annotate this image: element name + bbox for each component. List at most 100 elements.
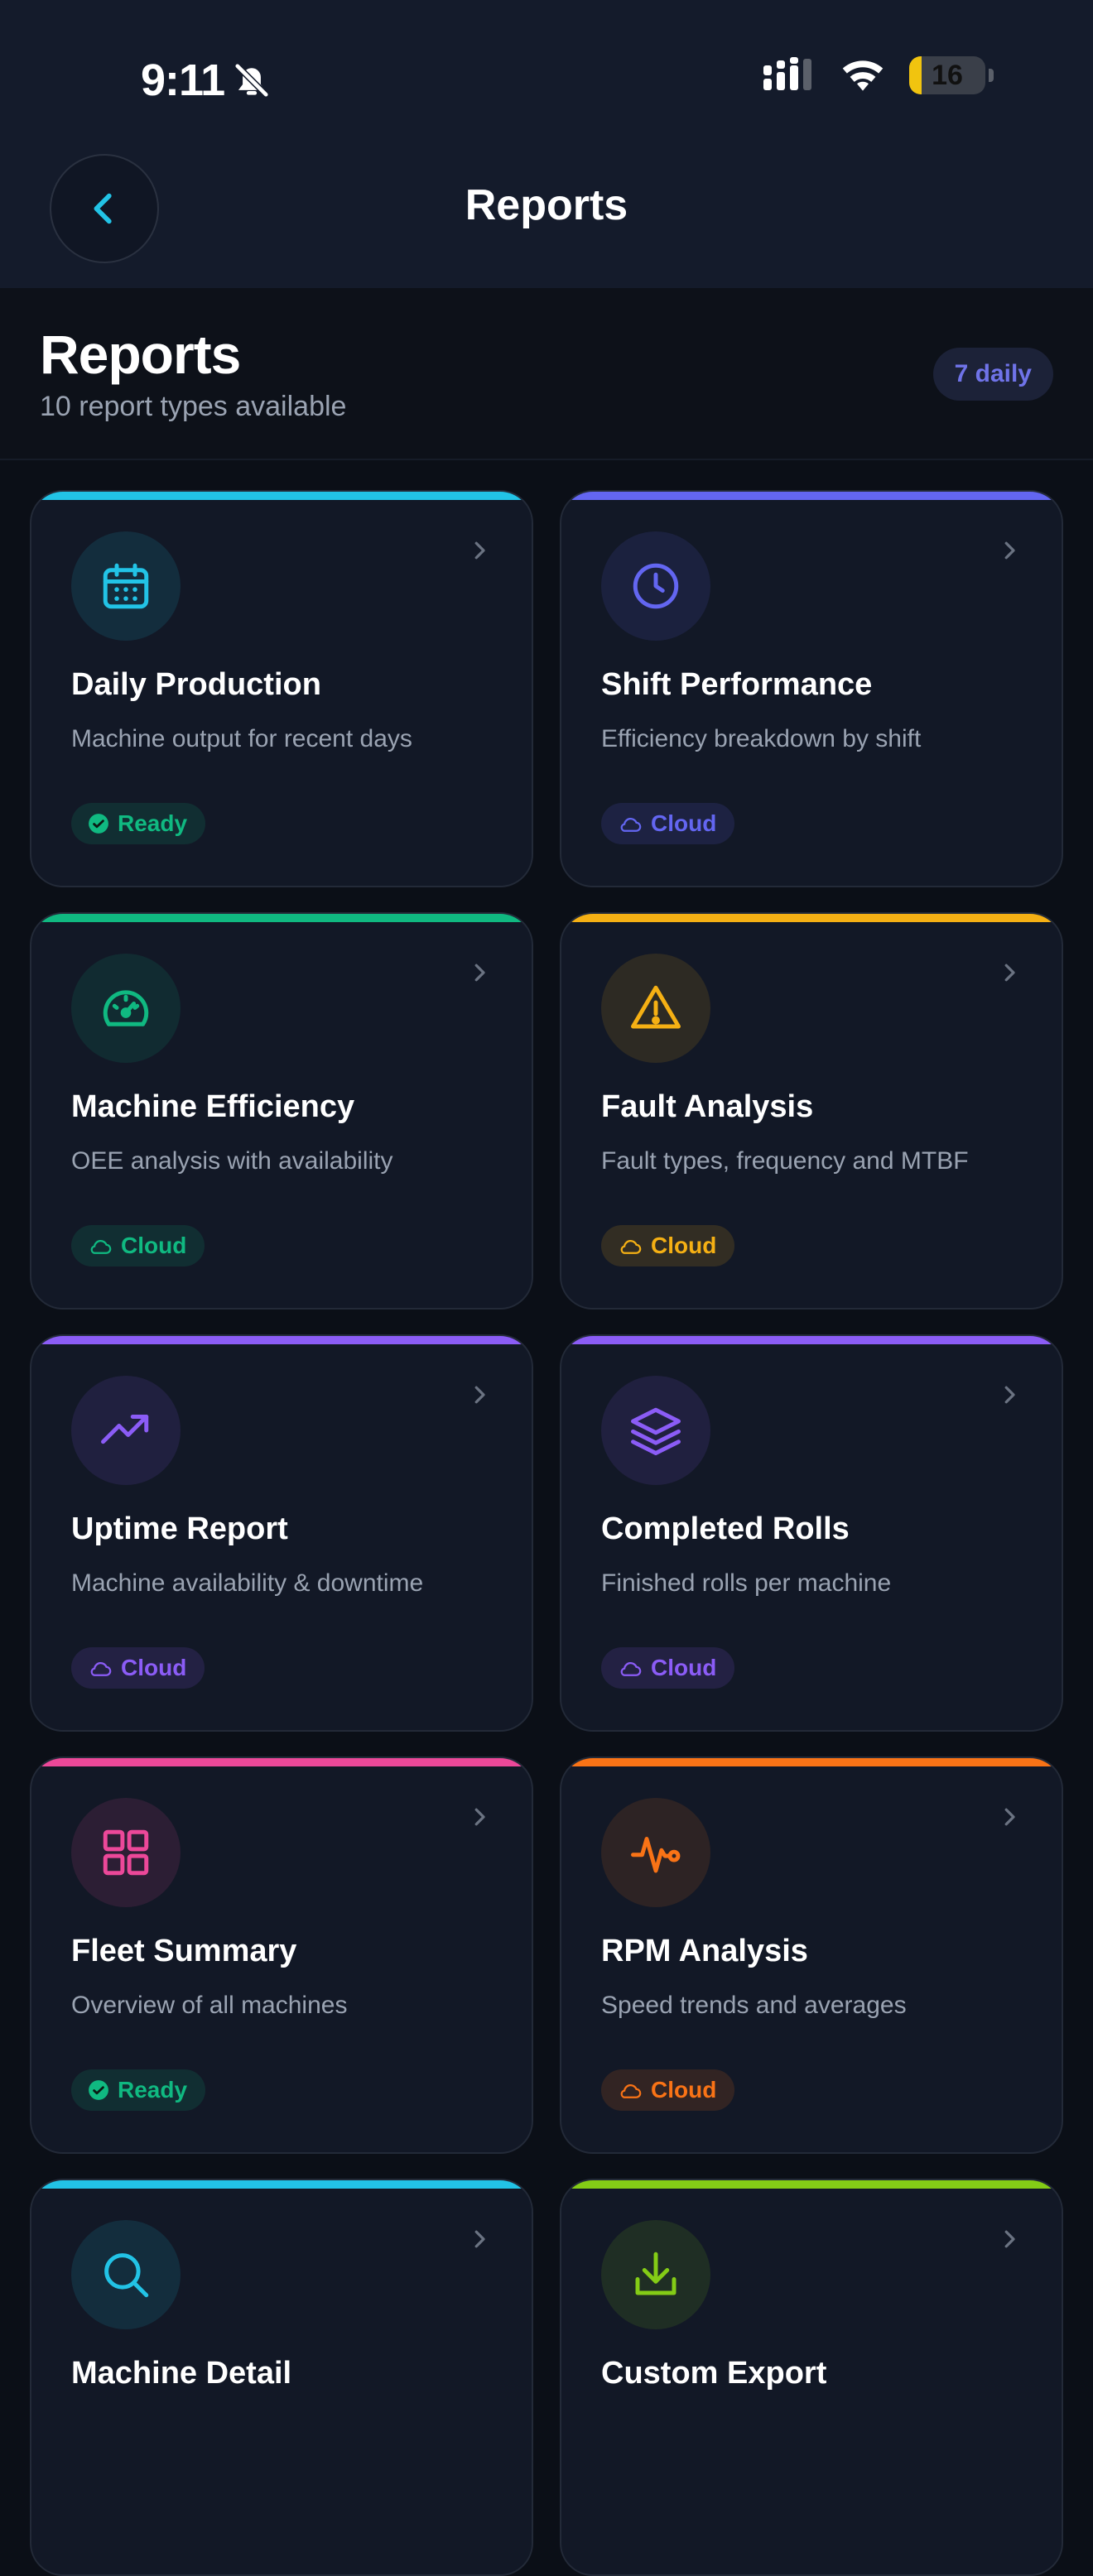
- card-title: Uptime Report: [71, 1511, 288, 1546]
- chevron-right-icon: [474, 541, 485, 560]
- layers-icon: [631, 1407, 681, 1455]
- report-card-completed-rolls[interactable]: Completed Rolls Finished rolls per machi…: [560, 1334, 1063, 1732]
- chevron-right-icon: [1004, 964, 1015, 982]
- battery-icon: 16: [909, 56, 985, 94]
- trending-up-icon: [101, 1415, 149, 1444]
- card-accent-bar: [561, 492, 1062, 500]
- card-description: Efficiency breakdown by shift: [601, 725, 922, 752]
- status-badge: Cloud: [71, 1225, 205, 1266]
- status-badge-label: Cloud: [121, 1233, 187, 1258]
- chevron-right-icon: [474, 1386, 485, 1404]
- cloud-icon: [90, 1661, 112, 1676]
- warning-icon: [631, 985, 681, 1029]
- cloud-icon: [620, 1661, 642, 1676]
- card-icon-circle: [71, 1798, 181, 1907]
- status-badge: Cloud: [601, 2069, 735, 2111]
- search-icon: [104, 2253, 149, 2298]
- card-title: Shift Performance: [601, 667, 873, 702]
- card-icon-circle: [71, 1376, 181, 1485]
- daily-count-badge: 7 daily: [932, 348, 1053, 401]
- chevron-right-icon: [1004, 1386, 1015, 1404]
- status-badge-label: Ready: [118, 2077, 188, 2103]
- card-icon-circle: [601, 1376, 710, 1485]
- top-bar: 9:11 16 Reports: [0, 0, 1093, 288]
- chevron-right-icon: [1004, 541, 1015, 560]
- status-time-text: 9:11: [141, 55, 225, 105]
- status-icons: 16: [763, 56, 994, 94]
- status-badge: Cloud: [71, 1647, 205, 1689]
- card-accent-bar: [561, 1336, 1062, 1344]
- card-accent-bar: [561, 1758, 1062, 1766]
- chevron-right-icon: [1004, 1808, 1015, 1826]
- card-description: Finished rolls per machine: [601, 1569, 892, 1597]
- status-badge-label: Cloud: [651, 1655, 717, 1680]
- wifi-icon: [842, 60, 884, 91]
- card-icon-circle: [71, 2220, 181, 2329]
- nav-title: Reports: [465, 181, 628, 229]
- check-circle-icon: [89, 2080, 108, 2100]
- card-title: Machine Efficiency: [71, 1089, 355, 1124]
- status-badge: Ready: [71, 2069, 206, 2111]
- report-card-custom-export[interactable]: Custom Export: [560, 2179, 1063, 2576]
- chevron-right-icon: [474, 2230, 485, 2248]
- chevron-right-icon: [1004, 2230, 1015, 2248]
- card-accent-bar: [31, 1758, 532, 1766]
- card-icon-circle: [601, 531, 710, 641]
- card-description: Speed trends and averages: [601, 1992, 907, 2019]
- report-card-fault-analysis[interactable]: Fault Analysis Fault types, frequency an…: [560, 912, 1063, 1310]
- card-description: Overview of all machines: [71, 1992, 348, 2019]
- card-accent-bar: [31, 2180, 532, 2189]
- battery-level-text: 16: [932, 59, 963, 91]
- cloud-icon: [620, 1239, 642, 1254]
- card-title: Fault Analysis: [601, 1089, 814, 1124]
- status-badge-label: Cloud: [651, 810, 717, 836]
- page-header: Reports 10 report types available 7 dail…: [0, 288, 1093, 460]
- clock-icon: [633, 563, 679, 609]
- grid-icon: [103, 1829, 149, 1876]
- calendar-icon: [103, 563, 149, 609]
- card-title: Completed Rolls: [601, 1511, 850, 1546]
- card-description: OEE analysis with availability: [71, 1147, 393, 1175]
- card-icon-circle: [601, 1798, 710, 1907]
- card-title: Fleet Summary: [71, 1934, 297, 1968]
- report-card-uptime-report[interactable]: Uptime Report Machine availability & dow…: [30, 1334, 533, 1732]
- chevron-right-icon: [474, 1808, 485, 1826]
- card-accent-bar: [561, 2180, 1062, 2189]
- status-badge-label: Ready: [118, 810, 188, 836]
- report-card-rpm-analysis[interactable]: RPM Analysis Speed trends and averages C…: [560, 1757, 1063, 2154]
- card-title: RPM Analysis: [601, 1934, 808, 1968]
- status-badge: Cloud: [601, 1647, 735, 1689]
- cloud-icon: [90, 1239, 112, 1254]
- report-card-fleet-summary[interactable]: Fleet Summary Overview of all machines R…: [30, 1757, 533, 2154]
- card-accent-bar: [561, 914, 1062, 922]
- gauge-icon: [103, 990, 149, 1026]
- cellular-signal-icon: [763, 57, 811, 90]
- check-circle-icon: [89, 814, 108, 834]
- page-subtitle: 10 report types available: [40, 391, 347, 422]
- report-card-machine-efficiency[interactable]: Machine Efficiency OEE analysis with ava…: [30, 912, 533, 1310]
- status-badge-label: Cloud: [121, 1655, 187, 1680]
- status-time: 9:11: [141, 51, 271, 109]
- status-badge-label: Cloud: [651, 1233, 717, 1258]
- card-accent-bar: [31, 1336, 532, 1344]
- report-card-daily-production[interactable]: Daily Production Machine output for rece…: [30, 490, 533, 887]
- cloud-icon: [620, 2083, 642, 2098]
- download-icon: [635, 2252, 677, 2295]
- card-accent-bar: [31, 914, 532, 922]
- bell-muted-icon: [234, 62, 270, 99]
- battery-cap: [989, 69, 994, 82]
- card-description: Fault types, frequency and MTBF: [601, 1147, 969, 1175]
- card-icon-circle: [71, 531, 181, 641]
- card-description: Machine availability & downtime: [71, 1569, 424, 1597]
- status-badge: Cloud: [601, 803, 735, 844]
- card-icon-circle: [601, 2220, 710, 2329]
- chevron-right-icon: [474, 964, 485, 982]
- report-card-machine-detail[interactable]: Machine Detail: [30, 2179, 533, 2576]
- cloud-icon: [620, 817, 642, 832]
- card-title: Daily Production: [71, 667, 321, 702]
- card-icon-circle: [601, 954, 710, 1063]
- report-card-shift-performance[interactable]: Shift Performance Efficiency breakdown b…: [560, 490, 1063, 887]
- status-badge: Ready: [71, 803, 206, 844]
- pulse-icon: [631, 1837, 681, 1873]
- status-badge-label: Cloud: [651, 2077, 717, 2103]
